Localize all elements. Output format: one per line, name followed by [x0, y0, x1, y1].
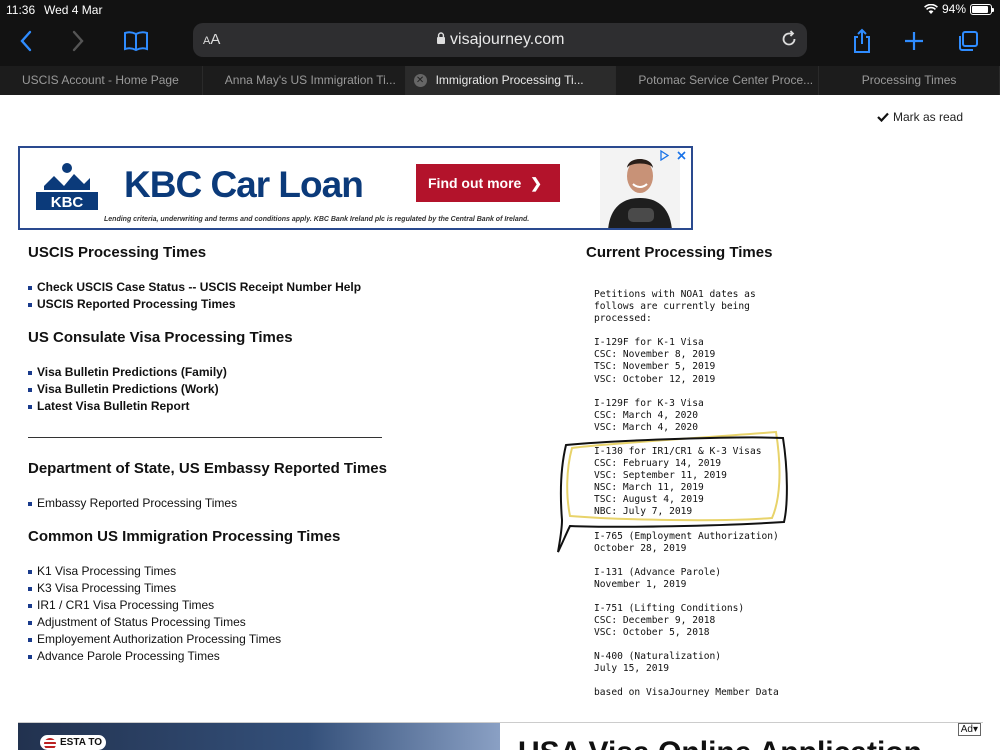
- link-uscis-reported-times[interactable]: USCIS Reported Processing Times: [28, 296, 388, 313]
- block-i751: I-751 (Lifting Conditions) CSC: December…: [594, 602, 745, 639]
- new-tab-icon[interactable]: [898, 26, 930, 56]
- address-bar[interactable]: AA visajourney.com: [193, 23, 807, 57]
- current-times-heading: Current Processing Times: [586, 244, 773, 261]
- block-i131: I-131 (Advance Parole) November 1, 2019: [594, 566, 722, 590]
- tab-processing-times[interactable]: Processing Times: [819, 66, 1000, 95]
- forward-icon[interactable]: [62, 26, 94, 56]
- consulate-heading: US Consulate Visa Processing Times: [28, 329, 293, 346]
- tab-label: Potomac Service Center Proce...: [638, 73, 814, 87]
- state-links: Embassy Reported Processing Times: [28, 495, 388, 512]
- tab-anna-may[interactable]: Anna May's US Immigration Ti...: [202, 66, 406, 95]
- state-heading: Department of State, US Embassy Reported…: [28, 460, 387, 477]
- link-employment-auth-times[interactable]: Employement Authorization Processing Tim…: [28, 631, 388, 648]
- link-k3-times[interactable]: K3 Visa Processing Times: [28, 580, 388, 597]
- close-ad-icon[interactable]: [676, 150, 687, 161]
- link-embassy-times[interactable]: Embassy Reported Processing Times: [28, 495, 388, 512]
- uscis-heading: USCIS Processing Times: [28, 244, 207, 261]
- left-column: USCIS Processing Times Check USCIS Case …: [28, 244, 388, 665]
- tab-uscis-account[interactable]: USCIS Account - Home Page: [0, 66, 203, 95]
- block-i130: I-130 for IR1/CR1 & K-3 Visas CSC: Febru…: [594, 445, 762, 518]
- link-adjustment-times[interactable]: Adjustment of Status Processing Times: [28, 614, 388, 631]
- mark-as-read-button[interactable]: Mark as read: [877, 110, 963, 124]
- link-bulletin-work[interactable]: Visa Bulletin Predictions (Work): [28, 381, 388, 398]
- tab-potomac[interactable]: Potomac Service Center Proce...: [616, 66, 820, 95]
- url-text: visajourney.com: [450, 31, 565, 48]
- consulate-links: Visa Bulletin Predictions (Family) Visa …: [28, 364, 388, 415]
- mark-as-read-label: Mark as read: [892, 110, 963, 124]
- checkmark-icon: [877, 112, 889, 122]
- current-intro: Petitions with NOA1 dates as follows are…: [594, 289, 756, 325]
- tab-label: Processing Times: [861, 73, 957, 87]
- bottom-ad-banner[interactable]: ESTA TO USA Visa Online Application Ad▾: [18, 722, 983, 750]
- url-display[interactable]: visajourney.com: [193, 31, 807, 49]
- status-indicators: 94%: [924, 2, 994, 16]
- status-time: 11:36: [6, 3, 36, 17]
- tab-label: USCIS Account - Home Page: [22, 73, 179, 87]
- link-k1-times[interactable]: K1 Visa Processing Times: [28, 563, 388, 580]
- kbc-logo-text: KBC: [51, 194, 84, 211]
- current-footer: based on VisaJourney Member Data: [594, 687, 779, 699]
- ad-controls: [659, 150, 687, 161]
- kbc-logo-icon: KBC: [36, 163, 98, 211]
- wifi-icon: [924, 3, 938, 14]
- close-icon[interactable]: ✕: [413, 74, 427, 87]
- link-latest-bulletin[interactable]: Latest Visa Bulletin Report: [28, 398, 388, 415]
- ad-cta-label: Find out more: [428, 175, 522, 191]
- browser-toolbar: AA visajourney.com: [0, 20, 1000, 64]
- block-i765: I-765 (Employment Authorization) October…: [594, 530, 779, 554]
- block-i129f-k1: I-129F for K-1 Visa CSC: November 8, 201…: [594, 337, 716, 385]
- battery-icon: [970, 3, 994, 15]
- ad-fine-print: Lending criteria, underwriting and terms…: [104, 216, 530, 223]
- status-date: Wed 4 Mar: [44, 3, 103, 17]
- lock-icon: [436, 31, 450, 48]
- current-times-body: Petitions with NOA1 dates as follows are…: [594, 289, 846, 699]
- bookmarks-icon[interactable]: [120, 26, 152, 56]
- block-n400: N-400 (Naturalization) July 15, 2019: [594, 651, 722, 675]
- common-links: K1 Visa Processing Times K3 Visa Process…: [28, 563, 388, 665]
- ad-headline: KBC Car Loan: [124, 164, 364, 205]
- reload-icon[interactable]: [779, 29, 799, 54]
- battery-percent: 94%: [941, 2, 966, 16]
- uscis-links: Check USCIS Case Status -- USCIS Receipt…: [28, 279, 388, 313]
- find-out-more-button[interactable]: Find out more ❯: [416, 164, 560, 202]
- link-ir1-cr1-times[interactable]: IR1 / CR1 Visa Processing Times: [28, 597, 388, 614]
- adchoices-icon[interactable]: [659, 150, 670, 161]
- link-advance-parole-times[interactable]: Advance Parole Processing Times: [28, 648, 388, 665]
- tab-bar: USCIS Account - Home Page Anna May's US …: [0, 66, 1000, 95]
- browser-chrome: 11:36 Wed 4 Mar 94% AA visajourney.com U…: [0, 0, 1000, 95]
- right-column: Current Processing Times Petitions with …: [586, 244, 846, 699]
- chevron-right-icon: ❯: [530, 175, 542, 191]
- ad-tag[interactable]: Ad▾: [957, 723, 981, 736]
- tab-label: Immigration Processing Ti...: [435, 73, 584, 87]
- link-check-case-status[interactable]: Check USCIS Case Status -- USCIS Receipt…: [28, 279, 388, 296]
- esta-badge: ESTA TO: [40, 735, 107, 750]
- kbc-ad-banner[interactable]: KBC KBC Car Loan Find out more ❯ Lending…: [18, 146, 693, 230]
- block-i129f-k3: I-129F for K-3 Visa CSC: March 4, 2020 V…: [594, 397, 704, 433]
- tabs-icon[interactable]: [952, 26, 984, 56]
- tab-label: Anna May's US Immigration Ti...: [224, 73, 396, 87]
- share-icon[interactable]: [846, 26, 878, 56]
- tab-immigration-processing[interactable]: ✕ Immigration Processing Ti...: [405, 66, 617, 95]
- bottom-ad-title: USA Visa Online Application: [518, 736, 922, 750]
- section-divider: [28, 437, 382, 438]
- status-bar: 11:36 Wed 4 Mar 94%: [0, 0, 1000, 20]
- link-bulletin-family[interactable]: Visa Bulletin Predictions (Family): [28, 364, 388, 381]
- common-heading: Common US Immigration Processing Times: [28, 528, 341, 545]
- back-icon[interactable]: [10, 26, 42, 56]
